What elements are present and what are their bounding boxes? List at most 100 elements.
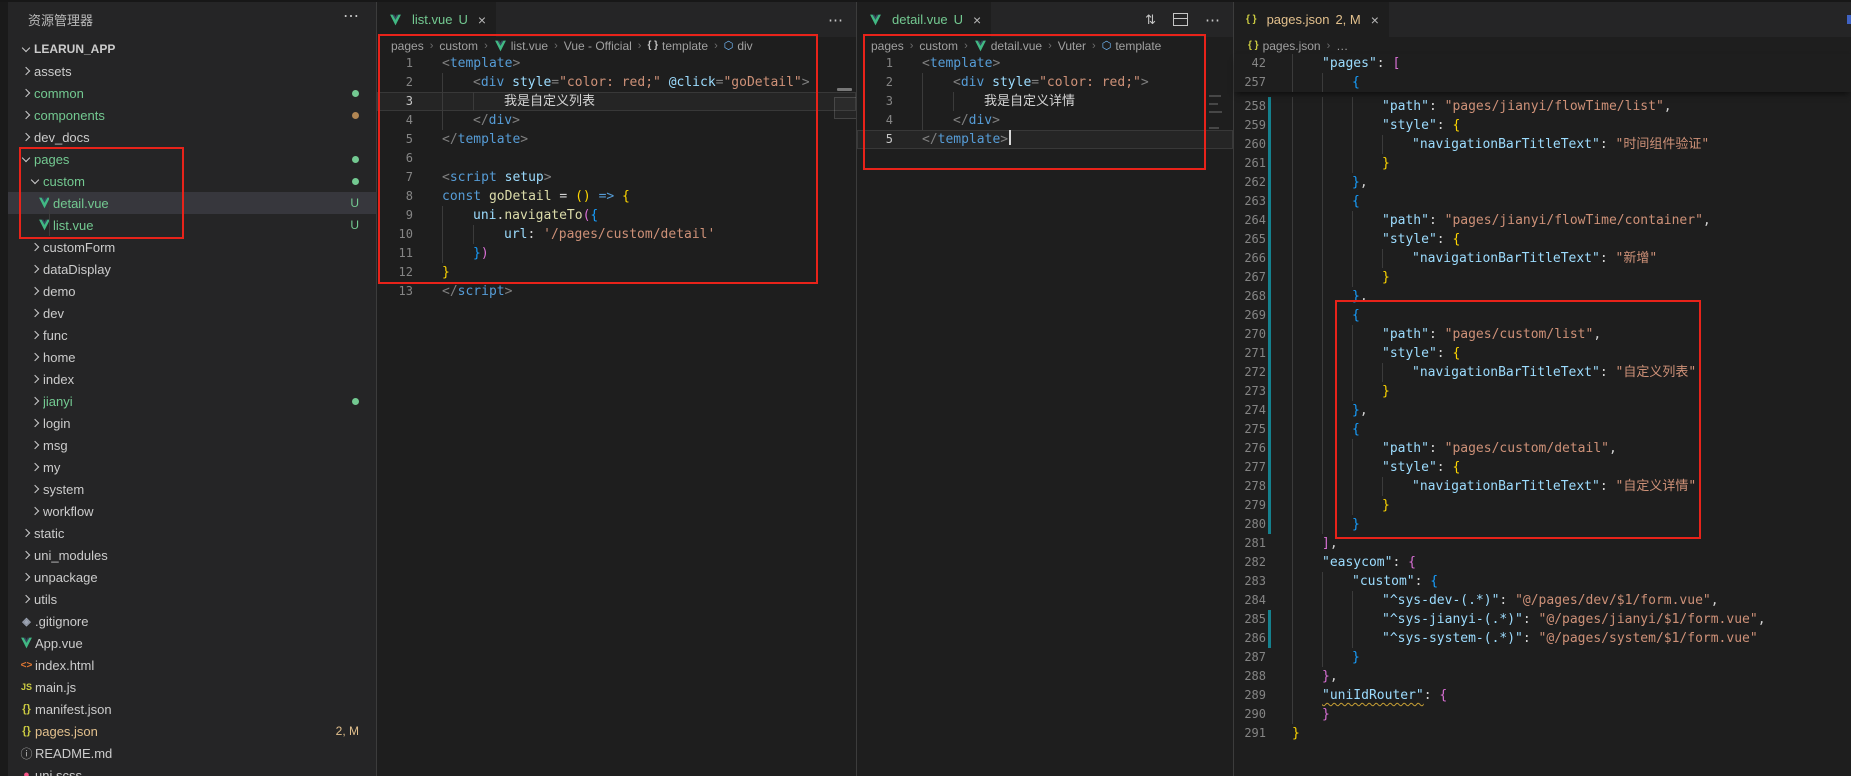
code-line-13: 13</script> [377, 282, 856, 301]
tree-item-func[interactable]: func [8, 324, 376, 346]
vue-icon [36, 219, 53, 231]
tree-item-utils[interactable]: utils [8, 588, 376, 610]
split-editor-icon[interactable] [1173, 13, 1188, 26]
text-cursor [1009, 130, 1011, 145]
tree-item-readme-md[interactable]: ⓘREADME.md [8, 742, 376, 764]
tree-item-manifest-json[interactable]: {}manifest.json [8, 698, 376, 720]
line-number: 260 [1234, 135, 1268, 154]
tree-item-common[interactable]: common [8, 82, 376, 104]
breadcrumb[interactable]: pages›custom›list.vue›Vue - Official›{ }… [377, 37, 856, 54]
tree-item-jianyi[interactable]: jianyi [8, 390, 376, 412]
root-folder-label: LEARUN_APP [34, 42, 115, 56]
breadcrumb-item[interactable]: ⬡template [1102, 39, 1162, 53]
tree-item-label: static [34, 526, 376, 541]
tree-item-login[interactable]: login [8, 412, 376, 434]
line-number: 262 [1234, 173, 1268, 192]
tree-root-folder[interactable]: LEARUN_APP [8, 37, 376, 60]
breadcrumb-item[interactable]: list.vue [494, 39, 548, 53]
more-actions-icon[interactable]: ⋯ [1205, 11, 1221, 29]
tree-item-label: README.md [35, 746, 376, 761]
tree-item-workflow[interactable]: workflow [8, 500, 376, 522]
breadcrumb-item[interactable]: pages [871, 39, 904, 53]
tree-item-demo[interactable]: demo [8, 280, 376, 302]
tree-item-static[interactable]: static [8, 522, 376, 544]
line-number: 8 [377, 187, 415, 206]
explorer-header: 资源管理器 ⋯ [8, 2, 376, 37]
breadcrumb[interactable]: { }pages.json›… [1234, 37, 1851, 54]
code-line-262: 262}, [1234, 173, 1851, 192]
tree-item-uni-modules[interactable]: uni_modules [8, 544, 376, 566]
tree-item-detail-vue[interactable]: detail.vueU [8, 192, 376, 214]
tree-item-custom[interactable]: custom [8, 170, 376, 192]
tree-item-assets[interactable]: assets [8, 60, 376, 82]
breadcrumb[interactable]: pages›custom›detail.vue›Vuter›⬡template [857, 37, 1233, 54]
tree-item-label: workflow [43, 504, 376, 519]
tree-item-system[interactable]: system [8, 478, 376, 500]
tree-item-index-html[interactable]: <>index.html [8, 654, 376, 676]
file-tree[interactable]: assetscommoncomponentsdev_docspagescusto… [8, 60, 376, 776]
tab-detail-vue[interactable]: detail.vue U × [857, 2, 991, 37]
sticky-scroll[interactable]: 42"pages": [257{ [1234, 54, 1851, 92]
code-line-287: 287} [1234, 648, 1851, 667]
breadcrumb-item[interactable]: custom [439, 39, 478, 53]
tree-item-msg[interactable]: msg [8, 434, 376, 456]
code-editor-list-vue[interactable]: 1<template>2<div style="color: red;" @cl… [377, 54, 856, 301]
breadcrumb-separator: › [484, 40, 488, 52]
tree-item-dev-docs[interactable]: dev_docs [8, 126, 376, 148]
line-number: 258 [1234, 97, 1268, 116]
tree-item-components[interactable]: components [8, 104, 376, 126]
close-icon[interactable]: × [1371, 12, 1379, 28]
close-icon[interactable]: × [973, 12, 981, 28]
line-number: 286 [1234, 629, 1268, 648]
tree-item-label: demo [43, 284, 376, 299]
tree-item--gitignore[interactable]: ◈.gitignore [8, 610, 376, 632]
close-icon[interactable]: × [478, 12, 486, 28]
breadcrumb-item[interactable]: { }pages.json [1248, 39, 1321, 53]
tree-item-list-vue[interactable]: list.vueU [8, 214, 376, 236]
tree-item-datadisplay[interactable]: dataDisplay [8, 258, 376, 280]
chevron-right-icon [27, 332, 43, 338]
line-number: 263 [1234, 192, 1268, 211]
tree-item-home[interactable]: home [8, 346, 376, 368]
tree-item-dev[interactable]: dev [8, 302, 376, 324]
tree-item-my[interactable]: my [8, 456, 376, 478]
tree-item-main-js[interactable]: JSmain.js [8, 676, 376, 698]
breadcrumb-item[interactable]: { }template [647, 39, 708, 53]
open-changes-icon[interactable]: ⇅ [1145, 12, 1156, 28]
git-untracked-dot [352, 86, 376, 100]
breadcrumb-item[interactable]: … [1336, 39, 1348, 53]
line-number: 283 [1234, 572, 1268, 591]
tree-item-customform[interactable]: customForm [8, 236, 376, 258]
chevron-right-icon [18, 90, 34, 96]
line-number: 1 [377, 54, 415, 73]
editor-group-detail-vue: detail.vue U × ⇅ ⋯ pages›custom›detail.v… [856, 2, 1233, 776]
line-number: 3 [377, 92, 415, 111]
chevron-right-icon [27, 398, 43, 404]
code-line-265: 265"style": { [1234, 230, 1851, 249]
breadcrumb-item[interactable]: custom [919, 39, 958, 53]
breadcrumb-item[interactable]: ⬡div [724, 39, 753, 53]
code-line-267: 267} [1234, 268, 1851, 287]
symbol-braces-icon: { } [647, 40, 658, 51]
code-line-272: 272"navigationBarTitleText": "自定义列表" [1234, 363, 1851, 382]
breadcrumb-label: custom [919, 39, 958, 53]
chevron-right-icon [27, 442, 43, 448]
line-number: 279 [1234, 496, 1268, 515]
tree-item-index[interactable]: index [8, 368, 376, 390]
tree-item-pages[interactable]: pages [8, 148, 376, 170]
tree-item-unpackage[interactable]: unpackage [8, 566, 376, 588]
explorer-more-actions-icon[interactable]: ⋯ [343, 6, 360, 26]
git-modified-dot [352, 108, 376, 122]
tree-item-uni-scss[interactable]: ●uni.scss [8, 764, 376, 776]
breadcrumb-item[interactable]: Vuter [1058, 39, 1086, 53]
more-actions-icon[interactable]: ⋯ [828, 11, 844, 29]
breadcrumb-item[interactable]: detail.vue [974, 39, 1042, 53]
tree-item-pages-json[interactable]: {}pages.json2, M [8, 720, 376, 742]
tab-list-vue[interactable]: list.vue U × [377, 2, 496, 37]
code-editor-detail-vue[interactable]: 1<template>2<div style="color: red;">3我是… [857, 54, 1233, 149]
tree-item-app-vue[interactable]: App.vue [8, 632, 376, 654]
code-editor-pages-json[interactable]: 42"pages": [257{ 258"path": "pages/jiany… [1234, 54, 1851, 743]
breadcrumb-item[interactable]: Vue - Official [564, 39, 632, 53]
breadcrumb-item[interactable]: pages [391, 39, 424, 53]
tab-pages-json[interactable]: { } pages.json 2, M × [1234, 2, 1389, 37]
